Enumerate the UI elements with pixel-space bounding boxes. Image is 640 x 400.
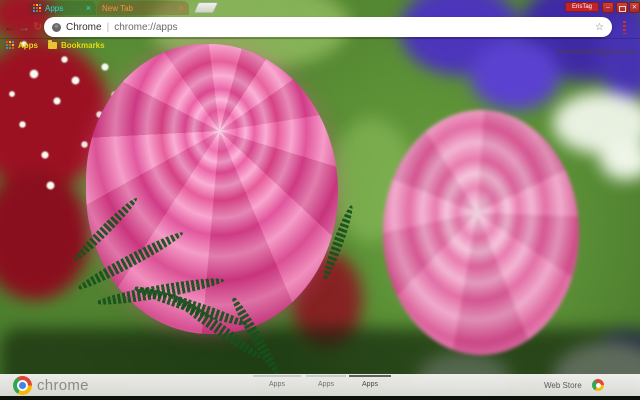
tab-label: New Tab <box>102 3 133 13</box>
page-indicator-apps-2[interactable]: Apps <box>306 375 346 391</box>
tab-new-tab[interactable]: New Tab × <box>97 1 189 15</box>
bookmarks-bar: Apps Bookmarks <box>0 39 640 51</box>
white-flower-blob <box>600 140 640 180</box>
bookmark-label: Bookmarks <box>61 40 105 50</box>
chrome-brand-label: chrome <box>37 377 89 394</box>
globe-icon <box>52 22 61 32</box>
tab-close-icon[interactable]: × <box>86 3 91 13</box>
forward-button[interactable]: → <box>18 19 30 35</box>
minimize-button[interactable]: – <box>602 2 614 13</box>
pink-rose-background <box>383 110 579 355</box>
bookmark-label: Apps <box>18 40 38 50</box>
tab-apps[interactable]: Apps × <box>28 1 96 15</box>
apps-grid-icon <box>33 4 41 12</box>
chrome-logo-icon <box>13 376 32 395</box>
bookmark-item-bookmarks[interactable]: Bookmarks <box>48 39 105 50</box>
footer-bottom-edge <box>0 396 640 400</box>
footer-bar: chrome Apps Apps Apps Web Store <box>0 374 640 396</box>
omnibox-site-label: Chrome <box>66 21 102 33</box>
browser-menu-icon[interactable] <box>623 21 626 34</box>
pink-rose-foreground <box>86 44 338 334</box>
theme-tag-badge: ErisTag <box>565 2 599 12</box>
web-store-link[interactable]: Web Store <box>544 381 582 390</box>
page-indicator-label: Apps <box>362 381 378 388</box>
tab-label: Apps <box>45 3 64 13</box>
folder-icon <box>48 39 57 49</box>
omnibox[interactable]: Chrome | chrome://apps ☆ <box>44 17 612 37</box>
watermark-email: sweetrita372@gmail.com <box>557 49 636 56</box>
maximize-icon <box>618 5 626 12</box>
tab-close-icon[interactable]: × <box>179 3 184 13</box>
reload-button[interactable]: ↻ <box>33 19 42 35</box>
page-indicator-apps-1[interactable]: Apps <box>253 375 301 391</box>
bookmark-item-apps[interactable]: Apps <box>6 41 38 50</box>
close-button[interactable]: ✕ <box>629 2 640 13</box>
back-button[interactable]: ← <box>4 19 16 35</box>
omnibox-url[interactable]: chrome://apps <box>114 22 177 33</box>
web-store-icon[interactable] <box>592 379 604 391</box>
chrome-theme-preview: Apps × New Tab × ErisTag – ✕ ← → ↻ Chrom… <box>0 0 640 400</box>
maximize-button[interactable] <box>616 2 628 13</box>
page-indicator-label: Apps <box>269 381 285 388</box>
page-indicator-apps-3[interactable]: Apps <box>349 375 391 391</box>
page-indicator-bar <box>306 375 346 377</box>
omnibox-separator: | <box>106 21 110 33</box>
page-indicator-bar <box>349 375 391 377</box>
page-indicator-bar <box>253 375 301 377</box>
page-indicator-label: Apps <box>318 381 334 388</box>
bookmark-star-icon[interactable]: ☆ <box>595 22 604 33</box>
apps-grid-icon <box>6 41 14 49</box>
